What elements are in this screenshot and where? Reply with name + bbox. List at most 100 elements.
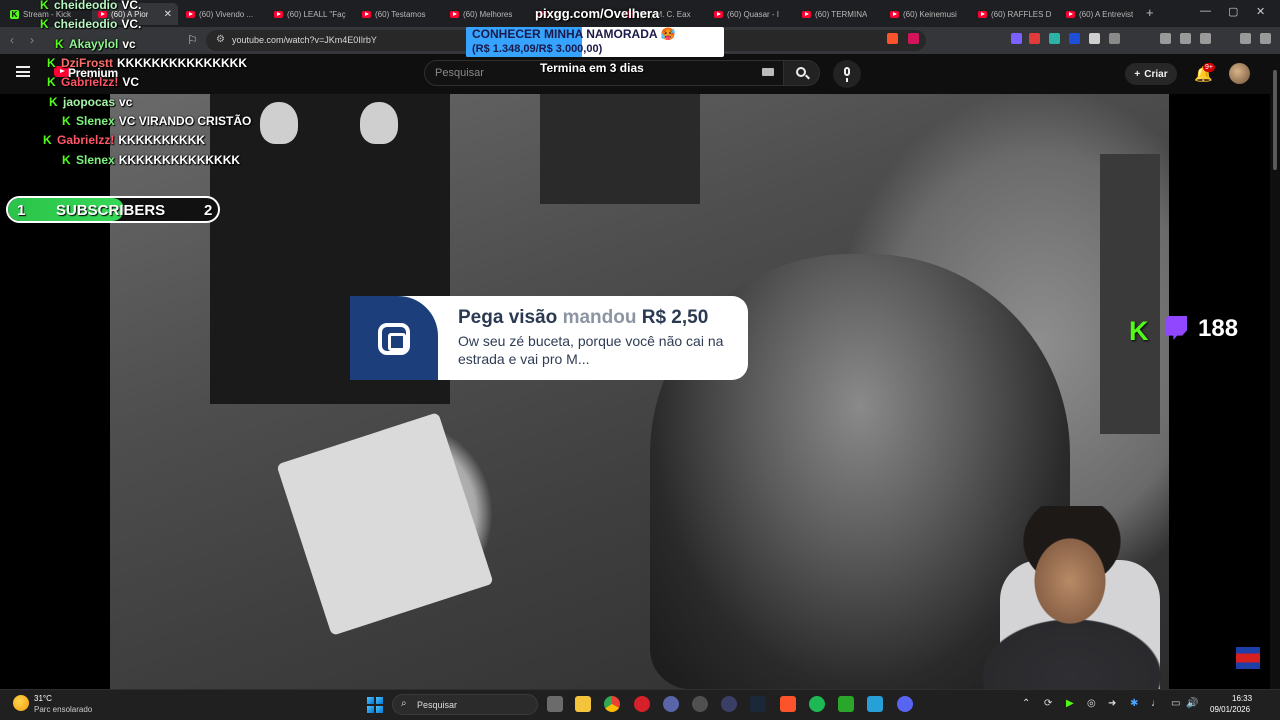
create-button[interactable]: + Criar <box>1125 63 1177 85</box>
notifications-badge: 9+ <box>1203 63 1215 72</box>
extension-icon[interactable] <box>1089 33 1100 44</box>
weather-description[interactable]: Parc ensolarado <box>34 705 92 714</box>
forward-arrow-icon[interactable]: › <box>30 33 34 47</box>
kick-icon: K <box>49 94 58 109</box>
bookmark-icon[interactable]: ⚐ <box>187 33 198 47</box>
url-text[interactable]: youtube.com/watch?v=JKm4E0IlrbY <box>232 35 377 45</box>
search-input[interactable]: Pesquisar <box>435 67 484 79</box>
brave-rewards-icon[interactable] <box>908 33 919 44</box>
brave-icon[interactable] <box>780 696 796 712</box>
chat-message: K Gabrielzz! VC <box>47 75 139 89</box>
tab-video[interactable]: (60) TERMINA <box>796 3 882 25</box>
donation-amount: R$ 2,50 <box>641 307 709 328</box>
tab-video[interactable]: (60) A Entrevist <box>1060 3 1146 25</box>
chat-username: Akayylol <box>69 37 119 51</box>
chat-message: Kcheideodio VC. <box>40 17 141 31</box>
keyboard-icon[interactable] <box>762 68 774 76</box>
maximize-button[interactable]: ▢ <box>1228 5 1238 18</box>
site-info-icon[interactable]: ⚙ <box>216 34 225 45</box>
app-icon[interactable] <box>721 696 737 712</box>
create-label: Criar <box>1144 68 1168 80</box>
bluetooth-icon[interactable]: ✱ <box>1130 698 1138 709</box>
tray-icon[interactable]: ◎ <box>1087 698 1096 709</box>
chat-username: Gabrielzz! <box>57 133 115 147</box>
chat-username: jaopocas <box>63 95 116 109</box>
vpn-icon[interactable] <box>1240 33 1251 44</box>
tray-icon[interactable]: ➜ <box>1108 698 1116 709</box>
kick-icon: K <box>62 152 71 167</box>
hamburger-menu-icon[interactable] <box>16 66 30 77</box>
spotify-icon[interactable] <box>809 696 825 712</box>
tab-video[interactable]: (60) Vivendo ... <box>180 3 266 25</box>
avatar[interactable] <box>1229 63 1250 84</box>
microphone-tray-icon[interactable]: ♩ <box>1151 698 1161 709</box>
weather-sun-icon[interactable] <box>13 695 29 711</box>
tab-video[interactable]: (60) LEALL "Faç <box>268 3 354 25</box>
close-window-button[interactable]: ✕ <box>1256 5 1265 18</box>
tab-label: (60) Melhores <box>463 9 513 19</box>
donation-verb: mandou <box>562 307 637 328</box>
subscriber-goal-start: 1 <box>17 202 26 219</box>
youtube-icon <box>714 10 723 18</box>
tray-play-icon[interactable]: ▶ <box>1066 698 1074 709</box>
app-icon[interactable] <box>838 696 854 712</box>
minimize-button[interactable]: — <box>1200 5 1211 17</box>
donation-goal-progress: (R$ 1.348,09/R$ 3.000,00) <box>472 43 603 55</box>
youtube-icon <box>274 10 283 18</box>
extension-icon[interactable] <box>1011 33 1022 44</box>
back-arrow-icon[interactable]: ‹ <box>10 33 14 47</box>
extension-icon[interactable] <box>1049 33 1060 44</box>
opera-icon[interactable] <box>634 696 650 712</box>
poster-skull <box>360 102 398 144</box>
media-icon[interactable] <box>1160 33 1171 44</box>
network-icon[interactable]: ▭ <box>1171 698 1180 709</box>
chat-message: K Slenex VC VIRANDO CRISTÃO <box>62 114 251 128</box>
chat-message: K Akayylol vc <box>55 37 136 51</box>
flag-icon <box>1236 647 1260 669</box>
menu-icon[interactable] <box>1260 33 1271 44</box>
search-button[interactable] <box>784 60 820 86</box>
task-view-icon[interactable] <box>547 696 563 712</box>
volume-icon[interactable]: 🔊 <box>1186 698 1198 709</box>
tray-chevron-icon[interactable]: ⌃ <box>1022 698 1030 709</box>
puzzle-icon[interactable] <box>1109 33 1120 44</box>
close-tab-icon[interactable]: ✕ <box>164 9 172 20</box>
taskbar-search[interactable]: ⌕ Pesquisar <box>392 694 538 715</box>
chat-username: Slenex <box>76 114 115 128</box>
brave-shield-icon[interactable] <box>887 33 898 44</box>
chrome-icon[interactable] <box>604 696 620 712</box>
clock-date[interactable]: 09/01/2026 <box>1210 705 1250 714</box>
sidebar-icon[interactable] <box>1180 33 1191 44</box>
pix-logo-icon <box>378 323 410 355</box>
voice-search-button[interactable] <box>833 60 861 88</box>
steam-icon[interactable] <box>750 696 766 712</box>
extension-icon[interactable] <box>1029 33 1040 44</box>
chat-text: KKKKKKKKKK <box>118 133 206 147</box>
obs-icon[interactable] <box>692 696 708 712</box>
kick-icon: K <box>1129 316 1149 346</box>
scrollbar-thumb[interactable] <box>1273 70 1277 170</box>
facecam-overlay <box>942 506 1210 689</box>
chat-text: KKKKKKKKKKKKKK <box>118 153 241 167</box>
tab-video[interactable]: (60) Keinemusi <box>884 3 970 25</box>
file-explorer-icon[interactable] <box>575 696 591 712</box>
tab-video[interactable]: (60) Melhores <box>444 3 530 25</box>
tab-video[interactable]: (60) Testamos <box>356 3 442 25</box>
notepad-icon[interactable] <box>867 696 883 712</box>
wallet-icon[interactable] <box>1200 33 1211 44</box>
weather-temperature[interactable]: 31°C <box>34 694 52 703</box>
chat-username: Slenex <box>76 153 115 167</box>
tray-icon[interactable]: ⟳ <box>1044 698 1052 709</box>
app-icon[interactable] <box>663 696 679 712</box>
clock-time[interactable]: 16:33 <box>1232 694 1252 703</box>
subscriber-goal-end: 2 <box>204 202 213 219</box>
extension-icon[interactable] <box>1069 33 1080 44</box>
tab-video[interactable]: (60) Quasar - I <box>708 3 794 25</box>
viewer-count: 188 <box>1198 315 1239 342</box>
wall-shelf <box>1100 154 1160 434</box>
windows-start-button[interactable] <box>367 697 383 713</box>
kick-icon: K <box>47 74 56 89</box>
new-tab-button[interactable]: + <box>1146 5 1154 20</box>
discord-icon[interactable] <box>897 696 913 712</box>
tab-video[interactable]: (60) RAFFLES D <box>972 3 1058 25</box>
